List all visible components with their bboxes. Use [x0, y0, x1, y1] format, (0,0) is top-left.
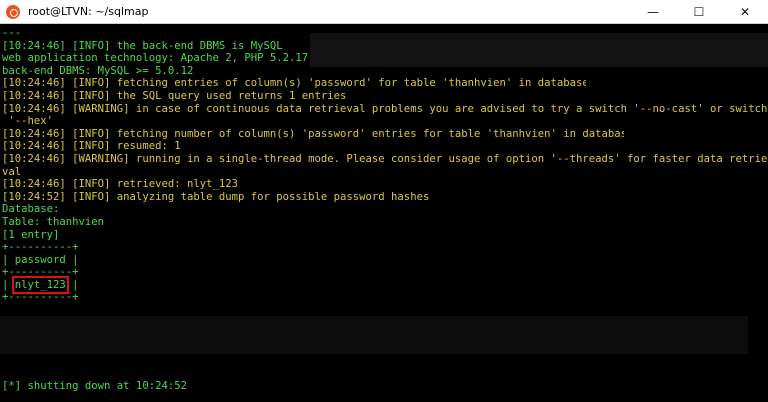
terminal-line: +----------+: [2, 266, 79, 279]
redacted-db-name: [586, 72, 728, 86]
terminal-line: [10:24:46] [WARNING] running in a single…: [2, 152, 768, 165]
terminal-line: web application technology: Apache 2, PH…: [2, 52, 309, 65]
terminal-line: [10:24:46] [INFO] resumed: 1: [2, 140, 181, 153]
minimize-button[interactable]: —: [630, 0, 676, 24]
terminal-line: [10:24:46] [WARNING] in case of continuo…: [2, 102, 768, 115]
terminal-line: | nlyt_123 |: [2, 275, 79, 294]
redacted-db-name: [624, 123, 750, 137]
window-controls: — ☐ ✕: [630, 0, 768, 24]
highlighted-password-value: nlyt_123: [11, 275, 69, 294]
terminal-line: ---: [2, 27, 22, 39]
terminal-line: [10:24:46] [INFO] the SQL query used ret…: [2, 89, 347, 102]
terminal-line: [10:24:52] [INFO] analyzing table dump f…: [2, 190, 430, 203]
terminal-line: [10:24:46] [INFO] retrieved: nlyt_123: [2, 178, 238, 191]
terminal-line: [10:24:46] [INFO] the back-end DBMS is M…: [2, 39, 283, 52]
terminal-line: val: [2, 165, 22, 178]
terminal-line: [*] shutting down at 10:24:52: [2, 379, 187, 392]
terminal-window: root@LTVN: ~/sqlmap — ☐ ✕ --- [10:24:46] …: [0, 0, 768, 402]
terminal-line: Database:: [2, 203, 60, 216]
terminal-output-area[interactable]: --- [10:24:46] [INFO] the back-end DBMS i…: [0, 25, 768, 402]
maximize-button[interactable]: ☐: [676, 0, 722, 24]
terminal-line: +----------+: [2, 291, 79, 304]
terminal-line: [1 entry]: [2, 228, 60, 241]
close-button[interactable]: ✕: [722, 0, 768, 24]
ubuntu-icon: [6, 4, 20, 19]
terminal-line: Table: thanhvien: [2, 215, 105, 228]
title-bar[interactable]: root@LTVN: ~/sqlmap — ☐ ✕: [0, 0, 768, 24]
terminal-line: | password |: [2, 253, 79, 266]
window-title: root@LTVN: ~/sqlmap: [28, 5, 149, 18]
terminal-line: +----------+: [2, 241, 79, 254]
